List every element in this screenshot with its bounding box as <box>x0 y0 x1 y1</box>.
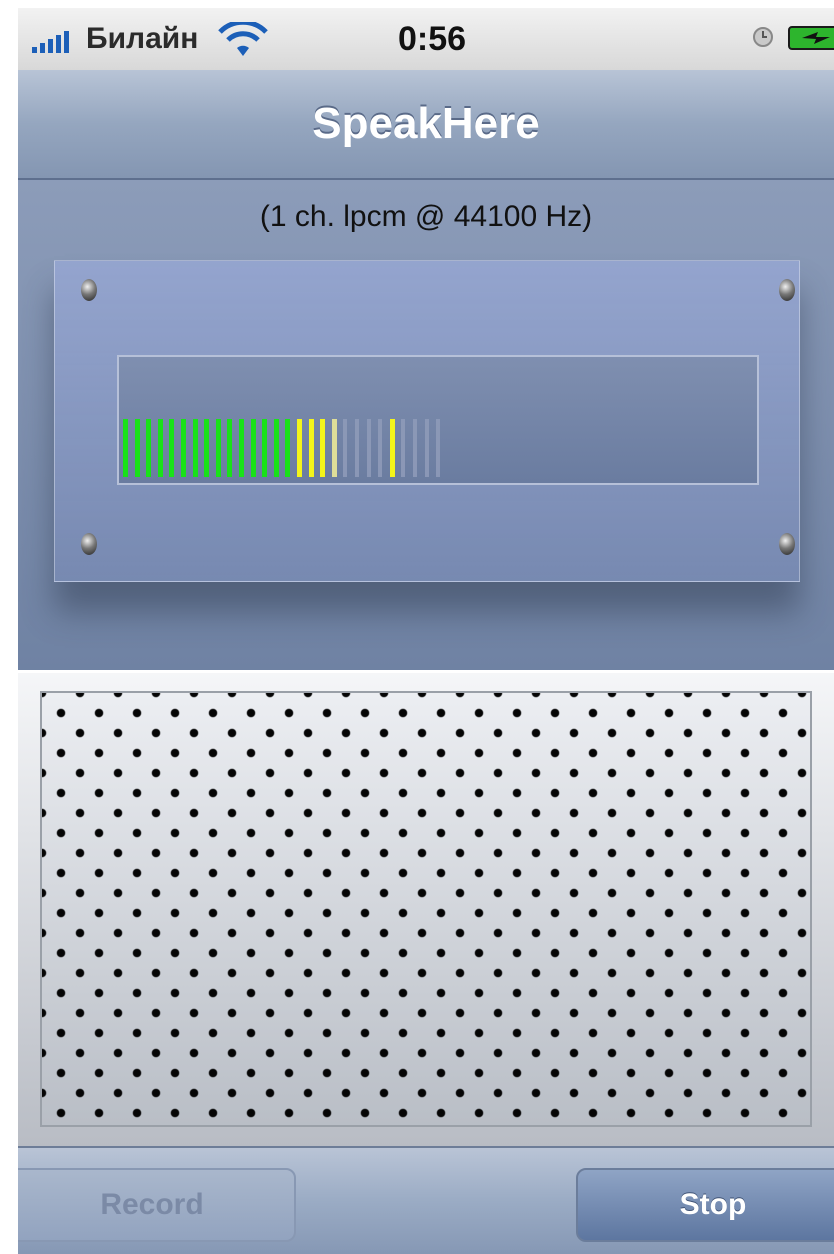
level-meter-panel <box>54 260 800 582</box>
level-meter-segment <box>331 419 337 477</box>
level-meter-segment <box>250 419 256 477</box>
level-meter-bars <box>123 419 503 477</box>
level-meter-segment <box>355 419 359 477</box>
carrier-name: Билайн <box>86 22 199 55</box>
info-area: (1 ch. lpcm @ 44100 Hz) <box>18 180 834 670</box>
level-meter-segment <box>436 419 441 477</box>
app-title: SpeakHere <box>312 99 540 148</box>
level-meter-segment <box>146 419 152 477</box>
level-meter-segment <box>320 419 326 477</box>
level-meter-segment <box>273 419 279 477</box>
level-meter-segment <box>123 419 128 477</box>
speaker-grille <box>40 691 812 1127</box>
status-time: 0:56 <box>398 20 467 58</box>
battery-charging-icon <box>788 26 834 50</box>
stop-button[interactable]: Stop <box>576 1168 834 1242</box>
navigation-bar: SpeakHere <box>18 70 834 180</box>
level-meter-segment <box>343 419 348 477</box>
signal-strength-icon <box>32 31 69 53</box>
level-meter-segment <box>181 419 186 477</box>
screw-icon <box>81 279 97 301</box>
level-meter-segment <box>366 419 371 477</box>
speaker-area <box>18 670 834 1149</box>
record-button[interactable]: Record <box>18 1168 296 1242</box>
status-bar: Билайн 0:56 <box>18 8 834 70</box>
level-meter-segment <box>401 419 406 477</box>
level-meter-segment <box>262 419 268 477</box>
wifi-icon <box>218 22 268 56</box>
screw-icon <box>81 533 97 555</box>
bottom-toolbar: Record Stop <box>18 1146 834 1254</box>
level-meter-segment <box>169 419 175 477</box>
level-meter-segment <box>308 419 314 477</box>
alarm-icon <box>753 27 773 47</box>
screw-icon <box>779 533 795 555</box>
level-meter-segment <box>389 419 395 477</box>
level-meter-segment <box>378 419 383 477</box>
level-meter-segment <box>227 419 233 477</box>
level-meter-segment <box>239 419 244 477</box>
level-meter-segment <box>215 419 221 477</box>
level-meter-segment <box>192 419 198 477</box>
level-meter <box>117 355 759 485</box>
level-meter-segment <box>204 419 210 477</box>
level-meter-segment <box>424 419 429 477</box>
app-screen: Билайн 0:56 SpeakHere (1 ch. lpcm @ 4410… <box>18 8 834 1254</box>
level-meter-segment <box>157 419 163 477</box>
screw-icon <box>779 279 795 301</box>
level-meter-segment <box>134 419 140 477</box>
level-meter-segment <box>285 419 291 477</box>
audio-format-label: (1 ch. lpcm @ 44100 Hz) <box>259 200 593 233</box>
level-meter-segment <box>413 419 417 477</box>
level-meter-segment <box>297 419 302 477</box>
